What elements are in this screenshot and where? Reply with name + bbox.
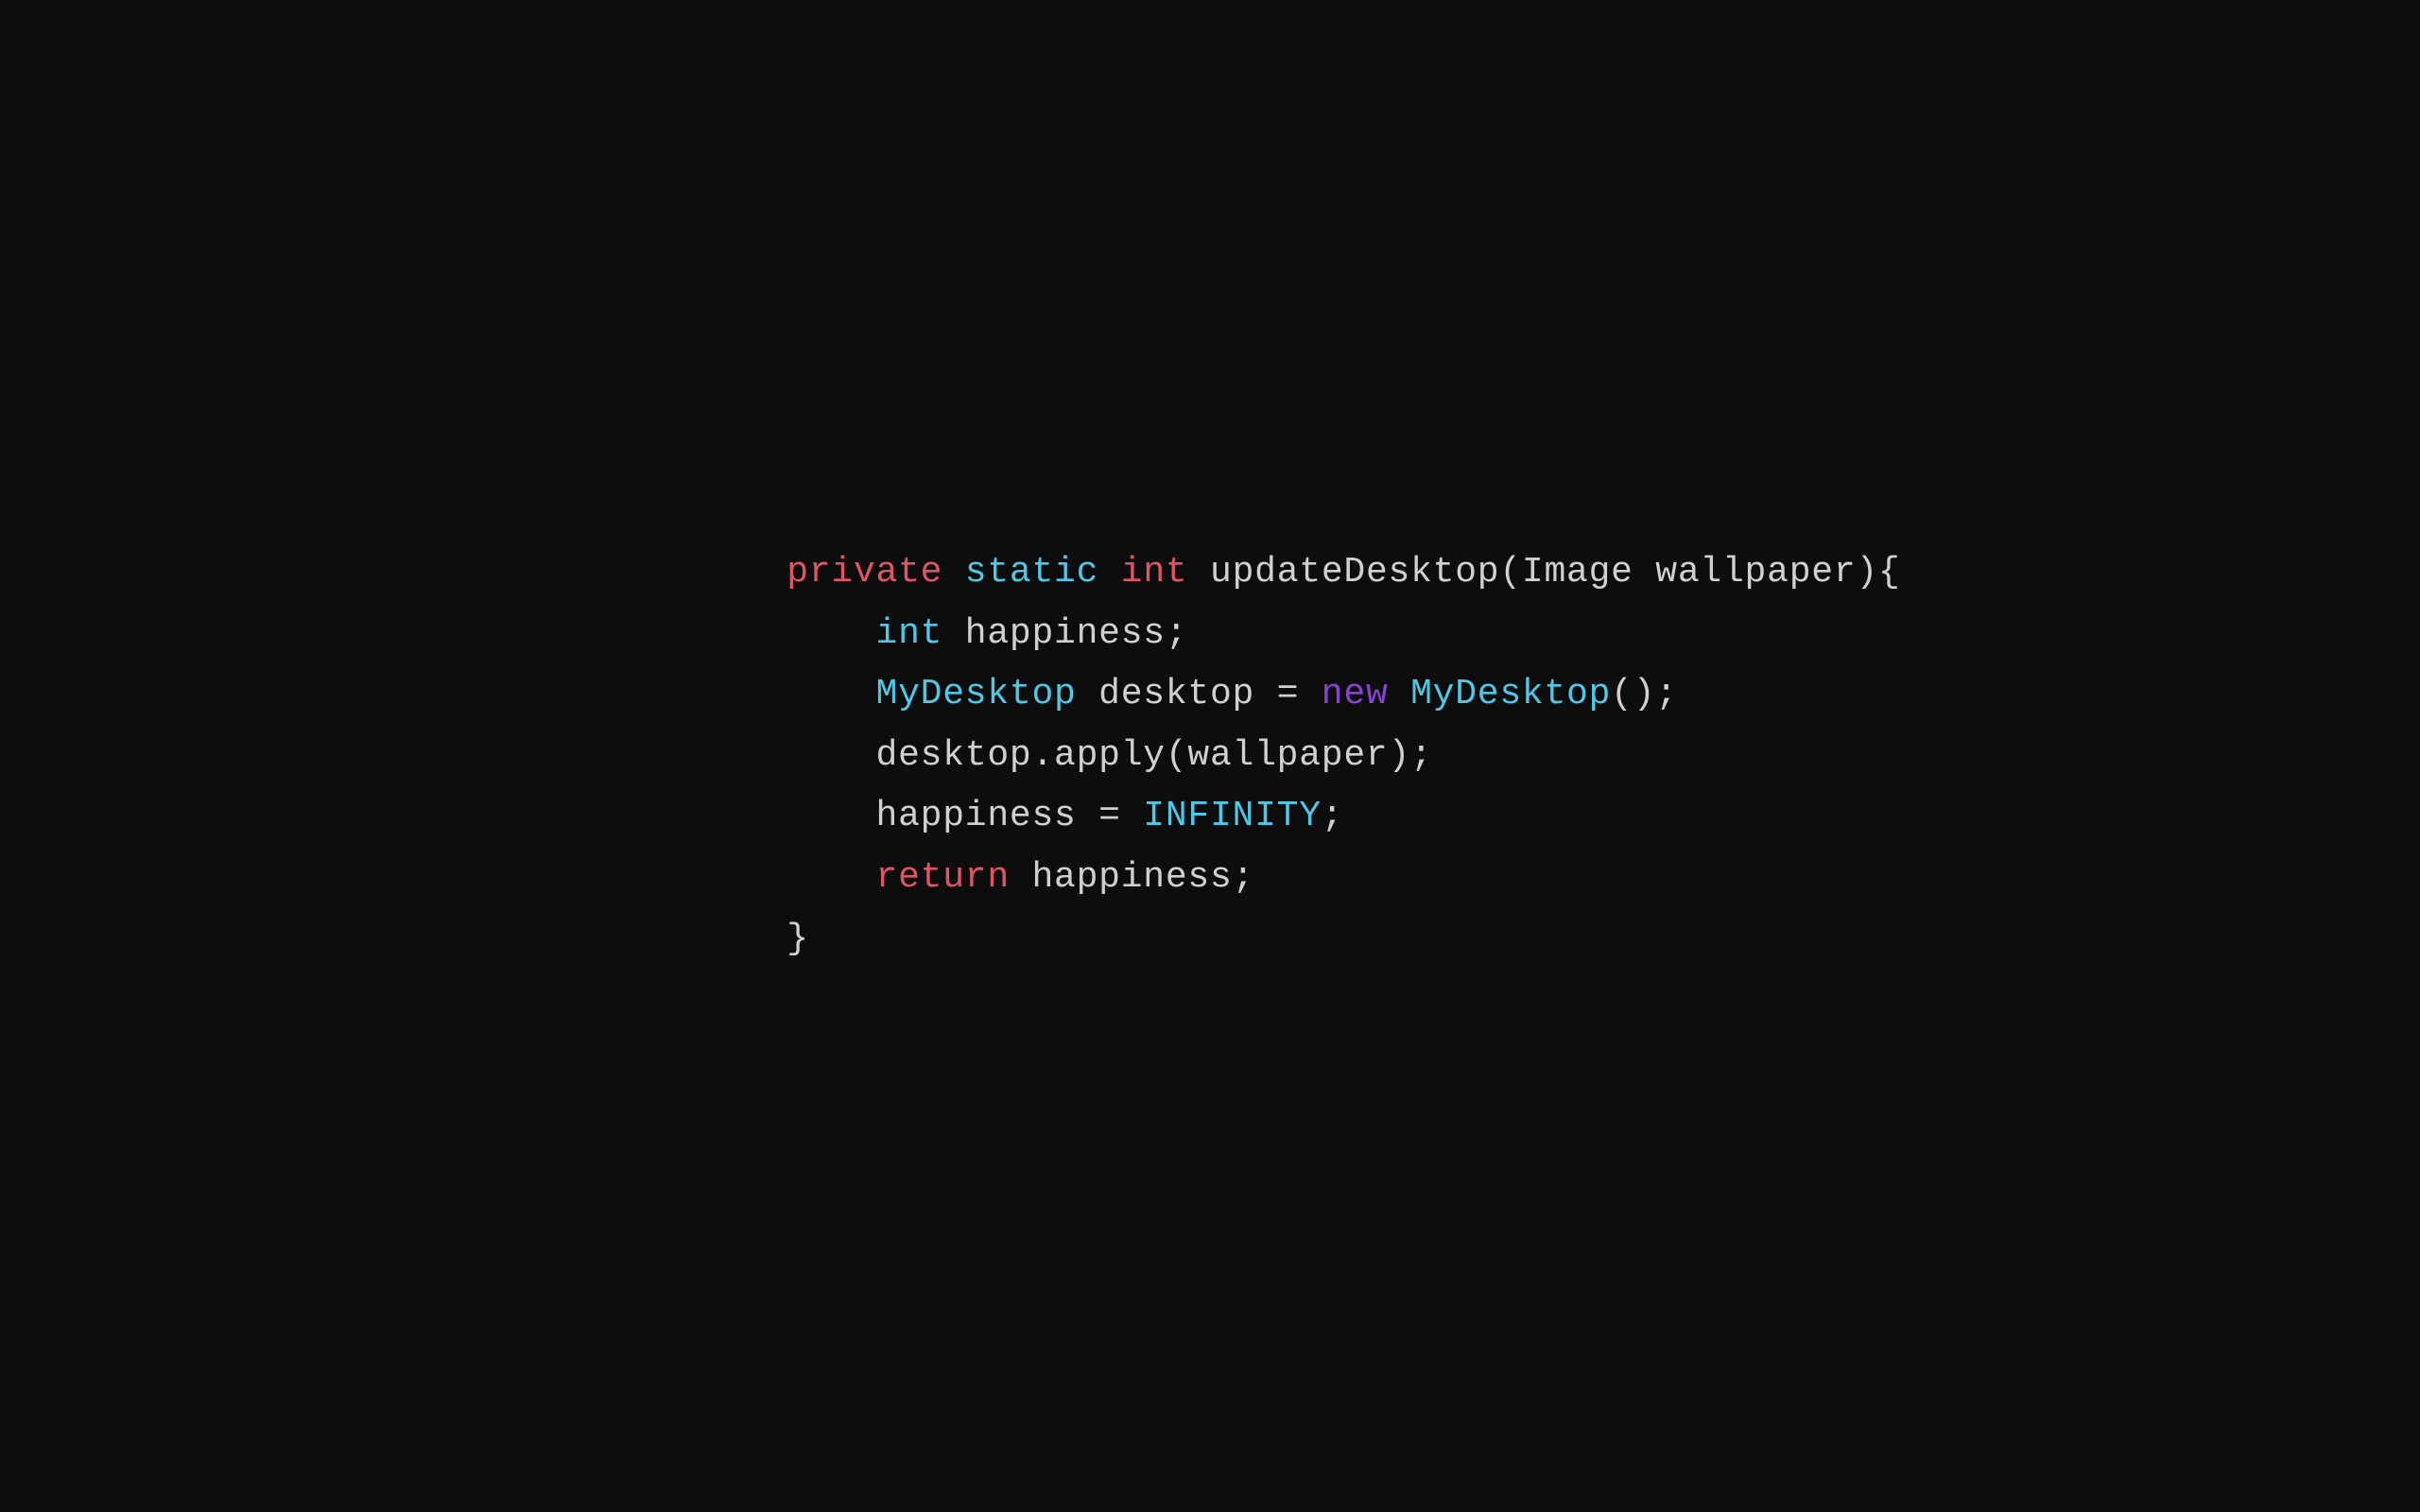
code-line-6: return happiness;	[786, 848, 1900, 909]
line3-rest2	[1389, 674, 1411, 714]
keyword-private: private	[786, 552, 942, 593]
keyword-return: return	[876, 857, 1010, 898]
keyword-int2: int	[876, 613, 943, 654]
keyword-int: int	[1121, 552, 1188, 593]
closing-brace: }	[786, 918, 809, 958]
space	[942, 552, 965, 593]
code-line-4: desktop.apply(wallpaper);	[786, 726, 1900, 787]
line1-rest: updateDesktop(Image wallpaper){	[1187, 552, 1900, 593]
code-line-1: private static int updateDesktop(Image w…	[786, 542, 1900, 604]
line3-paren: ();	[1611, 674, 1678, 714]
line4-text: desktop.apply(wallpaper);	[876, 735, 1433, 776]
code-line-3: MyDesktop desktop = new MyDesktop();	[786, 664, 1900, 726]
line6-rest: happiness;	[1010, 857, 1254, 898]
keyword-infinity: INFINITY	[1143, 796, 1322, 836]
code-line-7: }	[786, 908, 1900, 970]
space2	[1098, 552, 1121, 593]
code-line-2: int happiness;	[786, 604, 1900, 665]
keyword-new: new	[1322, 674, 1389, 714]
keyword-static: static	[965, 552, 1098, 593]
line2-rest: happiness;	[942, 613, 1187, 654]
keyword-mydesktop: MyDesktop	[876, 674, 1077, 714]
line5-text2: ;	[1322, 796, 1344, 836]
line3-rest1: desktop =	[1077, 674, 1322, 714]
code-line-5: happiness = INFINITY;	[786, 786, 1900, 848]
keyword-mydesktop2: MyDesktop	[1410, 674, 1611, 714]
line5-text1: happiness =	[876, 796, 1144, 836]
code-block: private static int updateDesktop(Image w…	[786, 542, 1900, 970]
